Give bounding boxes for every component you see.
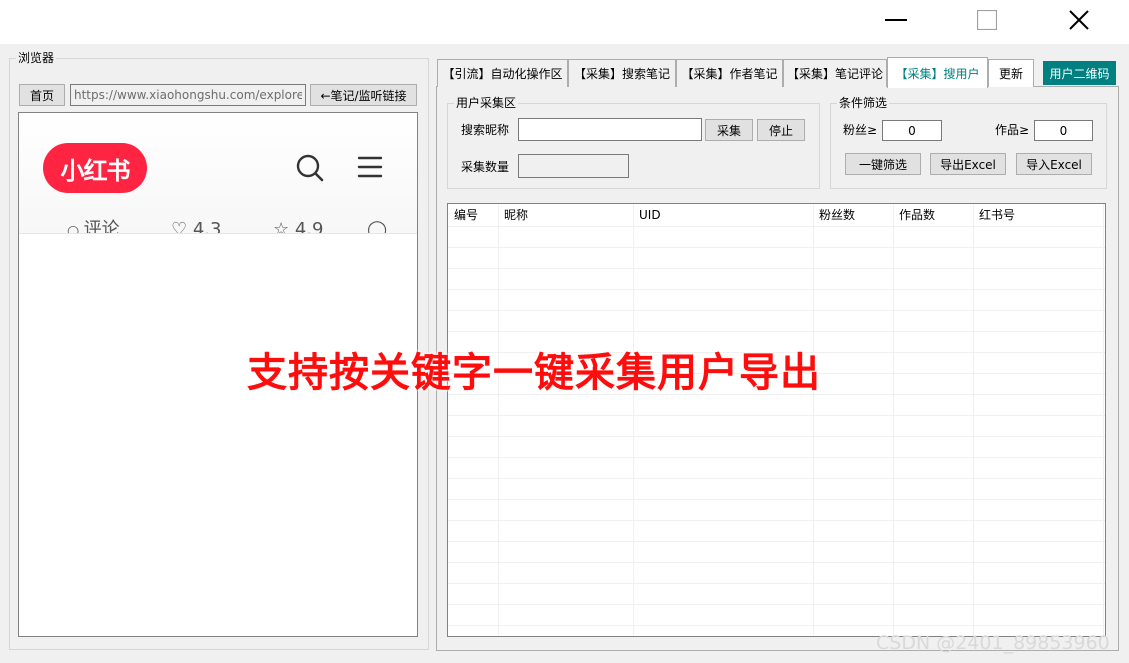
heart-icon: ♡ <box>171 219 193 233</box>
column-header-fans[interactable]: 粉丝数 <box>813 204 855 226</box>
user-qrcode-button[interactable]: 用户二维码 <box>1043 61 1116 85</box>
column-header-id[interactable]: 编号 <box>448 204 478 226</box>
site-header: 小红书 ○ 评论 ♡ 4.3 ☆ 4.9 ◯ <box>19 113 417 233</box>
like-stat: ♡ 4.3 <box>171 219 222 233</box>
menu-icon[interactable] <box>357 155 383 179</box>
note-link-button[interactable]: ←笔记/监听链接 <box>310 84 417 106</box>
user-collect-group: 用户采集区 <box>447 96 820 189</box>
grid-row-divider <box>448 226 1105 227</box>
comment-label: 评论 <box>83 219 120 233</box>
minimize-icon <box>885 19 907 21</box>
browser-group-title: 浏览器 <box>16 51 57 65</box>
grid-header-row: 编号 昵称 UID 粉丝数 作品数 红书号 <box>448 204 1105 226</box>
note-stats-strip: ○ 评论 ♡ 4.3 ☆ 4.9 ◯ <box>19 217 417 233</box>
collect-count: 4.9 <box>294 219 324 233</box>
minimize-button[interactable] <box>873 0 919 40</box>
site-logo[interactable]: 小红书 <box>43 143 147 193</box>
feature-caption: 支持按关键字一键采集用户导出 <box>247 350 821 396</box>
grid-row-divider <box>448 541 1105 542</box>
close-icon <box>1069 10 1089 30</box>
works-min-label: 作品≥ <box>995 123 1030 137</box>
site-divider <box>19 233 417 234</box>
chat-icon: ○ <box>67 223 84 233</box>
tab-search-users[interactable]: 【采集】搜用户 <box>887 57 988 88</box>
collect-button[interactable]: 采集 <box>705 119 753 141</box>
search-nickname-label: 搜索昵称 <box>461 123 510 137</box>
comment-stat: ○ 评论 <box>67 219 120 233</box>
grid-row-divider <box>448 331 1105 332</box>
tab-note-comments[interactable]: 【采集】笔记评论 <box>783 59 887 87</box>
grid-row-divider <box>448 415 1105 416</box>
grid-row-divider <box>448 310 1105 311</box>
maximize-icon <box>977 10 997 30</box>
star-icon: ☆ <box>273 219 295 233</box>
window-title-bar <box>0 0 1129 44</box>
collect-count-label: 采集数量 <box>461 160 510 174</box>
tab-author-notes[interactable]: 【采集】作者笔记 <box>676 59 783 87</box>
works-min-input[interactable] <box>1034 120 1093 141</box>
collect-stat: ☆ 4.9 <box>273 219 324 233</box>
collect-count-field <box>518 154 629 178</box>
grid-row-divider <box>448 268 1105 269</box>
filter-group: 条件筛选 <box>830 96 1107 189</box>
grid-row-divider <box>448 478 1105 479</box>
grid-row-divider <box>448 247 1105 248</box>
maximize-button[interactable] <box>964 0 1010 40</box>
grid-row-divider <box>448 583 1105 584</box>
grid-row-divider <box>448 436 1105 437</box>
column-header-nickname[interactable]: 昵称 <box>498 204 528 226</box>
url-input[interactable] <box>70 84 306 106</box>
one-key-filter-button[interactable]: 一键筛选 <box>845 153 921 175</box>
tab-search-notes[interactable]: 【采集】搜索笔记 <box>568 59 676 87</box>
filter-group-title: 条件筛选 <box>837 96 890 110</box>
search-nickname-input[interactable] <box>518 118 702 141</box>
share-icon: ◯ <box>367 219 388 233</box>
grid-row-divider <box>448 289 1105 290</box>
like-count: 4.3 <box>192 219 222 233</box>
search-icon[interactable] <box>295 153 325 183</box>
fans-min-input[interactable] <box>882 120 942 141</box>
fans-min-label: 粉丝≥ <box>843 123 878 137</box>
grid-row-divider <box>448 457 1105 458</box>
grid-row-divider <box>448 625 1105 626</box>
column-header-redbook-id[interactable]: 红书号 <box>973 204 1015 226</box>
stop-button[interactable]: 停止 <box>757 119 805 141</box>
export-excel-button[interactable]: 导出Excel <box>930 153 1006 175</box>
close-button[interactable] <box>1056 0 1102 40</box>
share-stat: ◯ <box>367 219 387 233</box>
home-button[interactable]: 首页 <box>19 84 65 106</box>
column-header-works[interactable]: 作品数 <box>893 204 935 226</box>
column-header-uid[interactable]: UID <box>633 204 661 226</box>
user-collect-group-title: 用户采集区 <box>454 96 519 110</box>
import-excel-button[interactable]: 导入Excel <box>1016 153 1092 175</box>
tab-automation[interactable]: 【引流】自动化操作区 <box>437 59 568 87</box>
grid-row-divider <box>448 562 1105 563</box>
user-data-grid[interactable]: 编号 昵称 UID 粉丝数 作品数 红书号 <box>447 203 1106 637</box>
grid-row-divider <box>448 604 1105 605</box>
tab-update[interactable]: 更新 <box>988 59 1034 87</box>
csdn-watermark: CSDN @2401_89853960 <box>876 632 1110 654</box>
grid-row-divider <box>448 499 1105 500</box>
grid-row-divider <box>448 520 1105 521</box>
